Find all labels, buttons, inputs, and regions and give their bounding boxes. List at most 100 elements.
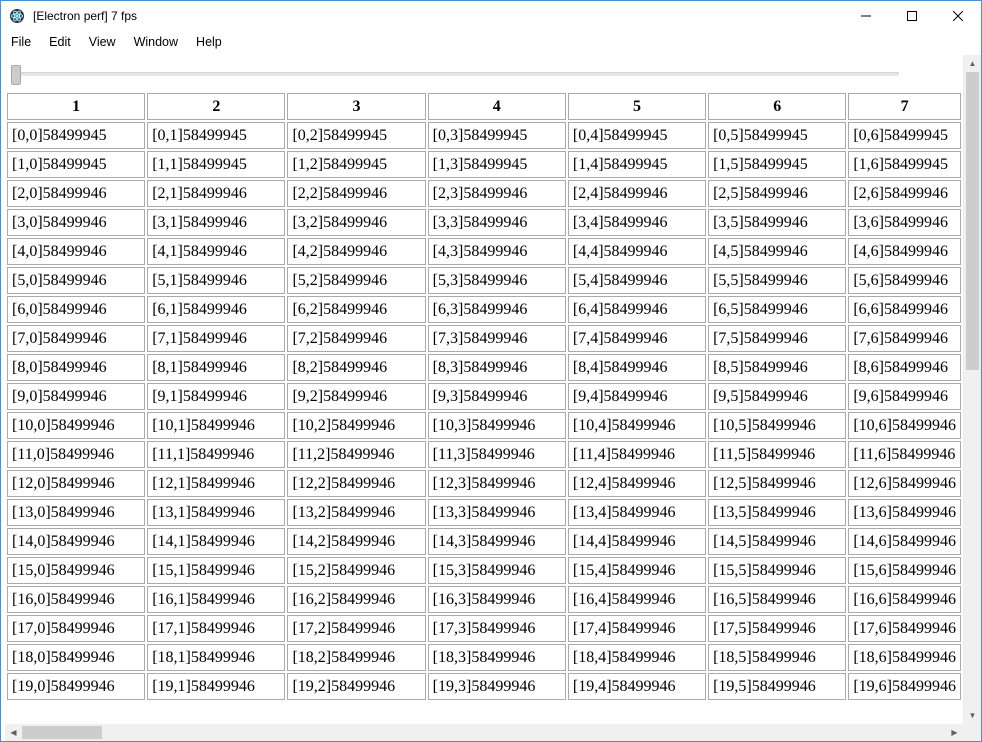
table-cell: [5,3]58499946 (428, 267, 566, 294)
menu-file[interactable]: File (1, 33, 40, 51)
menu-help[interactable]: Help (187, 33, 231, 51)
table-cell: [14,6]58499946 (848, 528, 961, 555)
table-cell: [9,4]58499946 (568, 383, 706, 410)
table-cell: [12,2]58499946 (287, 470, 425, 497)
table-cell: [8,4]58499946 (568, 354, 706, 381)
table-cell: [2,3]58499946 (428, 180, 566, 207)
table-cell: [17,5]58499946 (708, 615, 846, 642)
table-cell: [11,6]58499946 (848, 441, 961, 468)
column-header: 4 (428, 93, 566, 120)
titlebar: [Electron perf] 7 fps (1, 1, 981, 31)
table-row: [2,0]58499946[2,1]58499946[2,2]58499946[… (7, 180, 961, 207)
table-cell: [2,2]58499946 (287, 180, 425, 207)
table-cell: [11,2]58499946 (287, 441, 425, 468)
menu-view[interactable]: View (80, 33, 125, 51)
table-cell: [12,4]58499946 (568, 470, 706, 497)
table-cell: [8,5]58499946 (708, 354, 846, 381)
table-cell: [14,1]58499946 (147, 528, 285, 555)
client-area: 1234567 [0,0]58499945[0,1]58499945[0,2]5… (1, 55, 981, 741)
app-icon (9, 8, 25, 24)
table-cell: [19,1]58499946 (147, 673, 285, 700)
table-cell: [4,3]58499946 (428, 238, 566, 265)
table-cell: [18,3]58499946 (428, 644, 566, 671)
horizontal-scrollbar[interactable]: ◀ ▶ (5, 724, 963, 741)
table-cell: [1,5]58499945 (708, 151, 846, 178)
table-row: [16,0]58499946[16,1]58499946[16,2]584999… (7, 586, 961, 613)
table-cell: [8,3]58499946 (428, 354, 566, 381)
table-cell: [5,4]58499946 (568, 267, 706, 294)
table-cell: [9,5]58499946 (708, 383, 846, 410)
slider-thumb[interactable] (11, 65, 21, 85)
table-cell: [17,1]58499946 (147, 615, 285, 642)
table-cell: [7,3]58499946 (428, 325, 566, 352)
table-cell: [7,1]58499946 (147, 325, 285, 352)
table-cell: [9,3]58499946 (428, 383, 566, 410)
maximize-button[interactable] (889, 1, 935, 31)
table-row: [17,0]58499946[17,1]58499946[17,2]584999… (7, 615, 961, 642)
table-row: [6,0]58499946[6,1]58499946[6,2]58499946[… (7, 296, 961, 323)
table-cell: [13,5]58499946 (708, 499, 846, 526)
vertical-scrollbar[interactable]: ▲ ▼ (963, 55, 981, 741)
table-cell: [1,3]58499945 (428, 151, 566, 178)
table-row: [1,0]58499945[1,1]58499945[1,2]58499945[… (7, 151, 961, 178)
scroll-up-button[interactable]: ▲ (964, 55, 981, 72)
table-cell: [0,4]58499945 (568, 122, 706, 149)
slider[interactable] (11, 65, 899, 81)
close-button[interactable] (935, 1, 981, 31)
table-cell: [12,6]58499946 (848, 470, 961, 497)
column-header: 1 (7, 93, 145, 120)
table-cell: [10,2]58499946 (287, 412, 425, 439)
table-cell: [18,6]58499946 (848, 644, 961, 671)
table-cell: [0,6]58499945 (848, 122, 961, 149)
table-cell: [1,2]58499945 (287, 151, 425, 178)
menu-edit[interactable]: Edit (40, 33, 80, 51)
table-cell: [19,4]58499946 (568, 673, 706, 700)
menu-window[interactable]: Window (125, 33, 187, 51)
data-table: 1234567 [0,0]58499945[0,1]58499945[0,2]5… (5, 91, 963, 702)
table-wrap: 1234567 [0,0]58499945[0,1]58499945[0,2]5… (5, 91, 963, 724)
table-cell: [4,1]58499946 (147, 238, 285, 265)
table-cell: [18,2]58499946 (287, 644, 425, 671)
caret-right-icon: ▶ (951, 728, 957, 737)
table-cell: [14,3]58499946 (428, 528, 566, 555)
table-cell: [8,6]58499946 (848, 354, 961, 381)
table-cell: [18,1]58499946 (147, 644, 285, 671)
minimize-button[interactable] (843, 1, 889, 31)
horizontal-scrollbar-thumb[interactable] (22, 726, 102, 739)
table-cell: [3,0]58499946 (7, 209, 145, 236)
table-cell: [19,6]58499946 (848, 673, 961, 700)
table-cell: [6,5]58499946 (708, 296, 846, 323)
table-cell: [16,5]58499946 (708, 586, 846, 613)
table-cell: [14,4]58499946 (568, 528, 706, 555)
app-window: [Electron perf] 7 fps File Edit View Win… (0, 0, 982, 742)
table-cell: [12,5]58499946 (708, 470, 846, 497)
table-cell: [0,2]58499945 (287, 122, 425, 149)
table-cell: [7,5]58499946 (708, 325, 846, 352)
table-cell: [1,6]58499945 (848, 151, 961, 178)
table-row: [4,0]58499946[4,1]58499946[4,2]58499946[… (7, 238, 961, 265)
table-row: [9,0]58499946[9,1]58499946[9,2]58499946[… (7, 383, 961, 410)
table-cell: [19,3]58499946 (428, 673, 566, 700)
table-row: [15,0]58499946[15,1]58499946[15,2]584999… (7, 557, 961, 584)
table-cell: [11,4]58499946 (568, 441, 706, 468)
table-row: [8,0]58499946[8,1]58499946[8,2]58499946[… (7, 354, 961, 381)
table-cell: [14,5]58499946 (708, 528, 846, 555)
table-cell: [14,2]58499946 (287, 528, 425, 555)
table-cell: [3,4]58499946 (568, 209, 706, 236)
column-header: 7 (848, 93, 961, 120)
table-cell: [15,2]58499946 (287, 557, 425, 584)
scroll-down-button[interactable]: ▼ (964, 707, 981, 724)
table-cell: [13,1]58499946 (147, 499, 285, 526)
vertical-scrollbar-thumb[interactable] (966, 72, 979, 370)
table-cell: [4,6]58499946 (848, 238, 961, 265)
scroll-right-button[interactable]: ▶ (946, 724, 963, 741)
table-cell: [8,2]58499946 (287, 354, 425, 381)
table-cell: [15,4]58499946 (568, 557, 706, 584)
table-cell: [11,1]58499946 (147, 441, 285, 468)
table-cell: [15,1]58499946 (147, 557, 285, 584)
table-cell: [3,6]58499946 (848, 209, 961, 236)
table-cell: [9,1]58499946 (147, 383, 285, 410)
table-cell: [16,3]58499946 (428, 586, 566, 613)
scroll-left-button[interactable]: ◀ (5, 724, 22, 741)
table-cell: [2,1]58499946 (147, 180, 285, 207)
